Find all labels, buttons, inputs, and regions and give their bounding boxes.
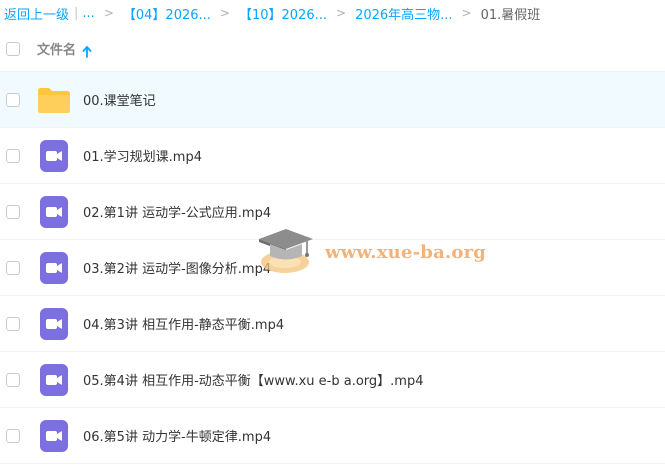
breadcrumb-separator: > bbox=[336, 6, 347, 20]
breadcrumb-item-3[interactable]: 2026年高三物... bbox=[355, 4, 452, 23]
breadcrumb-current: 01.暑假班 bbox=[480, 7, 541, 23]
breadcrumb-separator: > bbox=[103, 6, 114, 20]
breadcrumb-separator: > bbox=[461, 6, 472, 20]
file-name[interactable]: 01.学习规划课.mp4 bbox=[83, 146, 202, 165]
file-name[interactable]: 06.第5讲 动力学-牛顿定律.mp4 bbox=[83, 426, 271, 445]
row-checkbox[interactable] bbox=[6, 316, 20, 331]
breadcrumb-separator: > bbox=[219, 6, 230, 20]
file-name[interactable]: 05.第4讲 相互作用-动态平衡【www.xu e-b a.org】.mp4 bbox=[83, 370, 423, 389]
video-icon bbox=[37, 139, 71, 173]
back-link[interactable]: 返回上一级 bbox=[4, 4, 69, 23]
video-icon bbox=[37, 363, 71, 397]
video-icon bbox=[37, 251, 71, 285]
file-list-header: 文件名 bbox=[0, 26, 665, 72]
breadcrumb-ellipsis[interactable]: ... bbox=[82, 6, 94, 21]
row-checkbox[interactable] bbox=[6, 428, 20, 443]
row-checkbox[interactable] bbox=[6, 372, 20, 387]
file-row[interactable]: 00.课堂笔记 bbox=[0, 72, 665, 128]
file-name[interactable]: 03.第2讲 运动学-图像分析.mp4 bbox=[83, 258, 271, 277]
arrow-up-icon[interactable] bbox=[82, 43, 92, 58]
column-header-filename[interactable]: 文件名 bbox=[37, 39, 76, 58]
video-icon bbox=[37, 419, 71, 453]
file-row[interactable]: 04.第3讲 相互作用-静态平衡.mp4 bbox=[0, 296, 665, 352]
video-icon bbox=[37, 307, 71, 341]
breadcrumb-divider: | bbox=[74, 5, 79, 21]
breadcrumb: 返回上一级 | ... > 【04】2026... > 【10】2026... … bbox=[0, 0, 665, 26]
row-checkbox[interactable] bbox=[6, 204, 20, 219]
breadcrumb-item-2[interactable]: 【10】2026... bbox=[239, 4, 327, 23]
file-row[interactable]: 01.学习规划课.mp4 bbox=[0, 128, 665, 184]
row-checkbox[interactable] bbox=[6, 148, 20, 163]
file-row[interactable]: 05.第4讲 相互作用-动态平衡【www.xu e-b a.org】.mp4 bbox=[0, 352, 665, 408]
file-row[interactable]: 06.第5讲 动力学-牛顿定律.mp4 bbox=[0, 408, 665, 464]
file-name[interactable]: 04.第3讲 相互作用-静态平衡.mp4 bbox=[83, 314, 284, 333]
select-all-checkbox[interactable] bbox=[6, 41, 20, 56]
file-list: 00.课堂笔记 01.学习规划课.mp4 02.第1讲 运动学-公式应用.mp4 03… bbox=[0, 72, 665, 464]
file-row[interactable]: 03.第2讲 运动学-图像分析.mp4 bbox=[0, 240, 665, 296]
file-row[interactable]: 02.第1讲 运动学-公式应用.mp4 bbox=[0, 184, 665, 240]
file-name[interactable]: 00.课堂笔记 bbox=[83, 90, 156, 109]
folder-icon bbox=[37, 83, 71, 117]
file-name[interactable]: 02.第1讲 运动学-公式应用.mp4 bbox=[83, 202, 271, 221]
row-checkbox[interactable] bbox=[6, 92, 20, 107]
video-icon bbox=[37, 195, 71, 229]
row-checkbox[interactable] bbox=[6, 260, 20, 275]
breadcrumb-item-1[interactable]: 【04】2026... bbox=[123, 4, 211, 23]
